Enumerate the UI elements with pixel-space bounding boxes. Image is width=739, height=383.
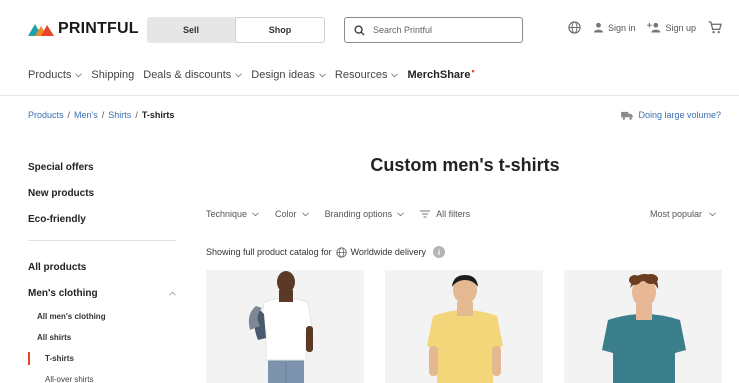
truck-icon (621, 111, 634, 120)
search-box (344, 17, 523, 43)
category-sidebar: Special offers New products Eco-friendly… (28, 154, 178, 383)
product-card[interactable] (385, 270, 543, 383)
product-image (248, 271, 313, 383)
breadcrumb-separator: / (101, 110, 105, 120)
chevron-down-icon (397, 211, 404, 216)
nav-products-label: Products (28, 69, 72, 81)
catalog-region-info: Showing full product catalog for Worldwi… (206, 246, 445, 258)
sidebar-item-new-products[interactable]: New products (28, 180, 178, 206)
sort-label: Most popular (649, 209, 702, 219)
sidebar-group-label: Men's clothing (28, 287, 98, 299)
cart-icon (708, 21, 722, 34)
search-icon (354, 24, 365, 36)
nav-design-ideas-label: Design ideas (251, 69, 315, 81)
sell-shop-toggle: Sell Shop (147, 17, 325, 43)
sidebar-item-all-mens-clothing[interactable]: All men's clothing (28, 306, 178, 327)
nav-resources-label: Resources (334, 69, 388, 81)
header-divider (0, 95, 739, 96)
chevron-down-icon (391, 72, 399, 77)
sign-up-link[interactable]: Sign up (647, 22, 696, 33)
chevron-down-icon (235, 72, 243, 77)
product-card[interactable] (564, 270, 722, 383)
sidebar-item-all-products[interactable]: All products (28, 254, 178, 280)
filter-branding-label: Branding options (324, 209, 393, 219)
sort-dropdown[interactable]: Most popular (650, 209, 716, 219)
chevron-down-icon (301, 211, 309, 216)
breadcrumb-products[interactable]: Products (28, 110, 64, 120)
sidebar-item-all-over-shirts[interactable]: All-over shirts (28, 369, 178, 383)
info-icon[interactable]: i (432, 246, 445, 258)
filter-lines-icon (420, 210, 431, 218)
breadcrumb-shirts[interactable]: Shirts (108, 110, 131, 120)
printful-logo[interactable]: PRINTFUL (28, 20, 139, 38)
nav-products[interactable]: Products (28, 69, 83, 81)
cart-button[interactable] (708, 21, 722, 34)
nav-design-ideas[interactable]: Design ideas (251, 69, 326, 81)
product-card[interactable] (206, 270, 364, 383)
logo-mark-icon (28, 24, 54, 36)
header-actions: Sign in Sign up (556, 21, 722, 34)
filter-color-label: Color (275, 209, 297, 219)
nav-deals[interactable]: Deals & discounts (143, 69, 243, 81)
all-filters-label: All filters (436, 209, 471, 219)
user-icon (593, 22, 604, 33)
breadcrumb-separator: / (135, 110, 138, 120)
chevron-down-icon (75, 72, 83, 77)
globe-icon (568, 21, 581, 34)
sidebar-item-t-shirts[interactable]: T-shirts (28, 348, 178, 369)
sidebar-item-all-shirts[interactable]: All shirts (28, 327, 178, 348)
nav-shipping[interactable]: Shipping (91, 69, 134, 81)
filter-technique[interactable]: Technique (206, 209, 259, 219)
chevron-down-icon (319, 72, 326, 77)
breadcrumb-current: T-shirts (141, 110, 175, 120)
breadcrumb-separator: / (67, 110, 71, 120)
main-nav: Products Shipping Deals & discounts Desi… (28, 66, 484, 83)
nav-deals-label: Deals & discounts (143, 69, 232, 81)
filter-bar: Technique Color Branding options All fil… (206, 209, 486, 219)
globe-icon (335, 246, 347, 258)
large-volume-label: Doing large volume? (638, 110, 721, 120)
sign-in-link[interactable]: Sign in (593, 22, 636, 33)
sign-up-label: Sign up (665, 22, 696, 33)
showing-prefix: Showing full product catalog for (206, 247, 332, 257)
breadcrumb-mens[interactable]: Men's (74, 110, 98, 120)
all-filters-button[interactable]: All filters (420, 209, 470, 219)
sidebar-item-special-offers[interactable]: Special offers (28, 154, 178, 180)
large-volume-link[interactable]: Doing large volume? (621, 110, 721, 120)
sign-in-label: Sign in (607, 22, 636, 33)
tab-sell[interactable]: Sell (147, 17, 235, 43)
add-user-icon (647, 22, 661, 33)
search-input[interactable] (373, 25, 513, 35)
new-badge-dot: • (471, 66, 475, 76)
page-title: Custom men's t-shirts (370, 155, 560, 175)
product-image (602, 273, 686, 383)
chevron-down-icon (709, 211, 716, 216)
logo-text: PRINTFUL (58, 20, 139, 37)
top-bar: PRINTFUL Sell Shop Sign in (0, 0, 739, 58)
delivery-location[interactable]: Worldwide delivery (351, 247, 426, 257)
filter-color[interactable]: Color (275, 209, 309, 219)
chevron-up-icon (169, 291, 176, 296)
product-grid (206, 270, 739, 383)
filter-branding-options[interactable]: Branding options (325, 209, 405, 219)
tab-shop[interactable]: Shop (235, 17, 325, 43)
nav-merchshare-label: MerchShare (407, 69, 471, 81)
nav-merchshare[interactable]: MerchShare • (407, 66, 475, 81)
nav-resources[interactable]: Resources (335, 69, 399, 81)
filter-technique-label: Technique (206, 209, 248, 219)
product-image (427, 275, 503, 383)
breadcrumb: Products / Men's / Shirts / T-shirts (28, 110, 174, 120)
sidebar-divider (28, 240, 176, 241)
nav-shipping-label: Shipping (91, 69, 135, 81)
globe-button[interactable] (568, 21, 581, 34)
sidebar-group-mens-clothing[interactable]: Men's clothing (28, 280, 178, 306)
chevron-down-icon (252, 211, 259, 216)
sidebar-item-eco-friendly[interactable]: Eco-friendly (28, 206, 178, 232)
